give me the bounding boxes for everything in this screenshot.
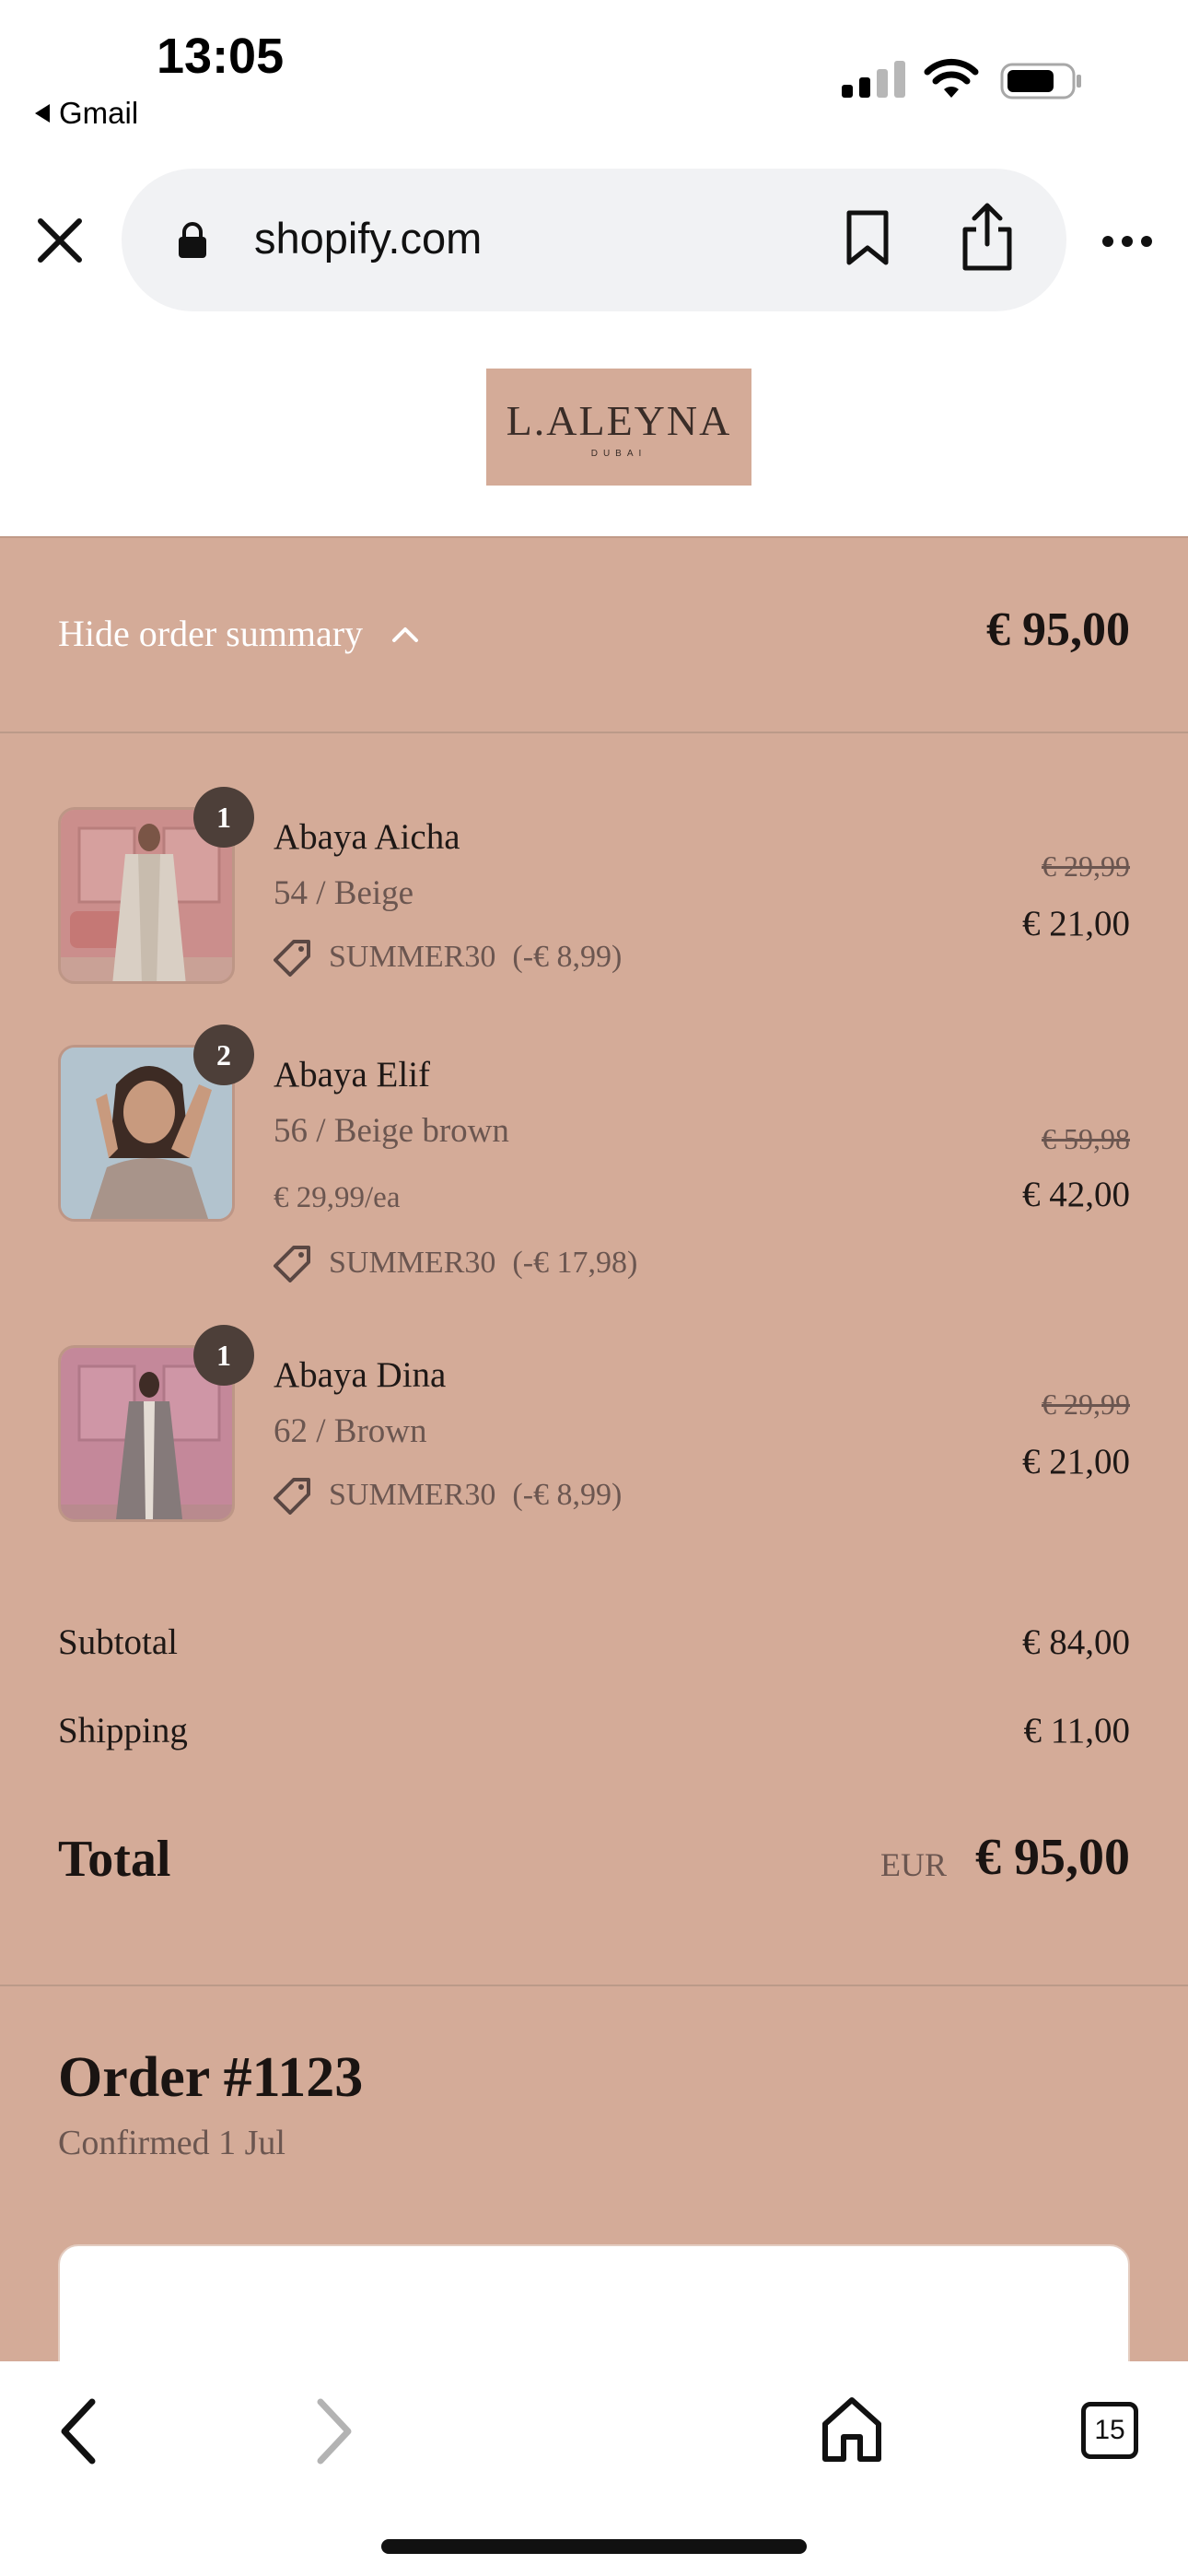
cellular-signal-icon xyxy=(842,61,905,98)
chevron-up-icon xyxy=(392,626,419,642)
home-indicator xyxy=(381,2539,807,2554)
order-summary-toggle[interactable]: Hide order summary € 95,00 xyxy=(0,538,1188,733)
item-discount: SUMMER30 (-€ 8,99) xyxy=(274,1476,622,1515)
section-divider xyxy=(0,1985,1188,1986)
total-value: € 95,00 xyxy=(975,1829,1130,1886)
discount-amount: (-€ 8,99) xyxy=(512,940,623,974)
brand-name: L.ALEYNA xyxy=(506,396,732,444)
total-currency: EUR xyxy=(880,1846,947,1883)
item-price: € 42,00 xyxy=(1022,1175,1130,1214)
item-variant: 54 / Beige xyxy=(274,874,414,912)
header-total: € 95,00 xyxy=(986,603,1130,656)
original-price: € 29,99 xyxy=(1042,849,1130,883)
discount-code: SUMMER30 xyxy=(329,1246,496,1280)
forward-arrow-icon[interactable] xyxy=(311,2395,357,2468)
order-summary-section: Hide order summary € 95,00 1 Abaya Aicha… xyxy=(0,536,1188,2521)
item-name: Abaya Elif xyxy=(274,1055,431,1095)
home-icon[interactable] xyxy=(820,2393,884,2466)
item-variant: 62 / Brown xyxy=(274,1412,427,1450)
battery-icon xyxy=(1000,63,1081,100)
discount-code: SUMMER30 xyxy=(329,1478,496,1512)
quantity-badge: 1 xyxy=(193,1325,254,1386)
item-discount: SUMMER30 (-€ 8,99) xyxy=(274,938,622,977)
order-title: Order #1123 xyxy=(58,2046,364,2109)
item-name: Abaya Dina xyxy=(274,1355,447,1395)
browser-toolbar: 15 xyxy=(0,2361,1188,2576)
item-variant: 56 / Beige brown xyxy=(274,1112,509,1150)
share-icon[interactable] xyxy=(960,202,1015,272)
tag-icon xyxy=(274,1246,310,1282)
shipping-value: € 11,00 xyxy=(1023,1711,1130,1751)
discount-code: SUMMER30 xyxy=(329,940,496,974)
item-name: Abaya Aicha xyxy=(274,817,460,857)
item-price: € 21,00 xyxy=(1022,904,1130,943)
tag-icon xyxy=(274,1478,310,1515)
address-bar[interactable]: shopify.com xyxy=(122,169,1066,311)
subtotal-value: € 84,00 xyxy=(1022,1622,1130,1662)
back-triangle-icon xyxy=(35,104,50,123)
more-options-icon[interactable] xyxy=(1101,230,1153,252)
item-discount: SUMMER30 (-€ 17,98) xyxy=(274,1244,637,1282)
bookmark-icon[interactable] xyxy=(844,209,891,266)
toggle-label: Hide order summary xyxy=(58,613,364,654)
wifi-icon xyxy=(924,58,979,98)
tag-icon xyxy=(274,940,310,977)
discount-amount: (-€ 8,99) xyxy=(512,1478,623,1512)
back-app-label: Gmail xyxy=(59,96,139,130)
back-arrow-icon[interactable] xyxy=(55,2395,101,2468)
original-price: € 59,98 xyxy=(1042,1122,1130,1155)
lock-icon xyxy=(179,222,206,258)
item-unit-price: € 29,99/ea xyxy=(274,1181,401,1214)
discount-amount: (-€ 17,98) xyxy=(512,1246,638,1280)
status-time: 13:05 xyxy=(157,29,285,84)
item-price: € 21,00 xyxy=(1022,1442,1130,1481)
quantity-badge: 1 xyxy=(193,787,254,848)
subtotal-label: Subtotal xyxy=(58,1622,179,1662)
tabs-button[interactable]: 15 xyxy=(1081,2402,1138,2459)
quantity-badge: 2 xyxy=(193,1025,254,1085)
tabs-count: 15 xyxy=(1094,2415,1125,2445)
shipping-label: Shipping xyxy=(58,1711,188,1751)
back-to-app-link[interactable]: Gmail xyxy=(35,96,138,131)
total-label: Total xyxy=(58,1831,171,1888)
url-text: shopify.com xyxy=(254,214,483,263)
brand-logo[interactable]: L.ALEYNA DUBAI xyxy=(486,369,751,486)
original-price: € 29,99 xyxy=(1042,1388,1130,1421)
order-confirmed-date: Confirmed 1 Jul xyxy=(58,2124,285,2162)
brand-subtitle: DUBAI xyxy=(590,448,647,459)
close-icon[interactable] xyxy=(35,216,85,265)
